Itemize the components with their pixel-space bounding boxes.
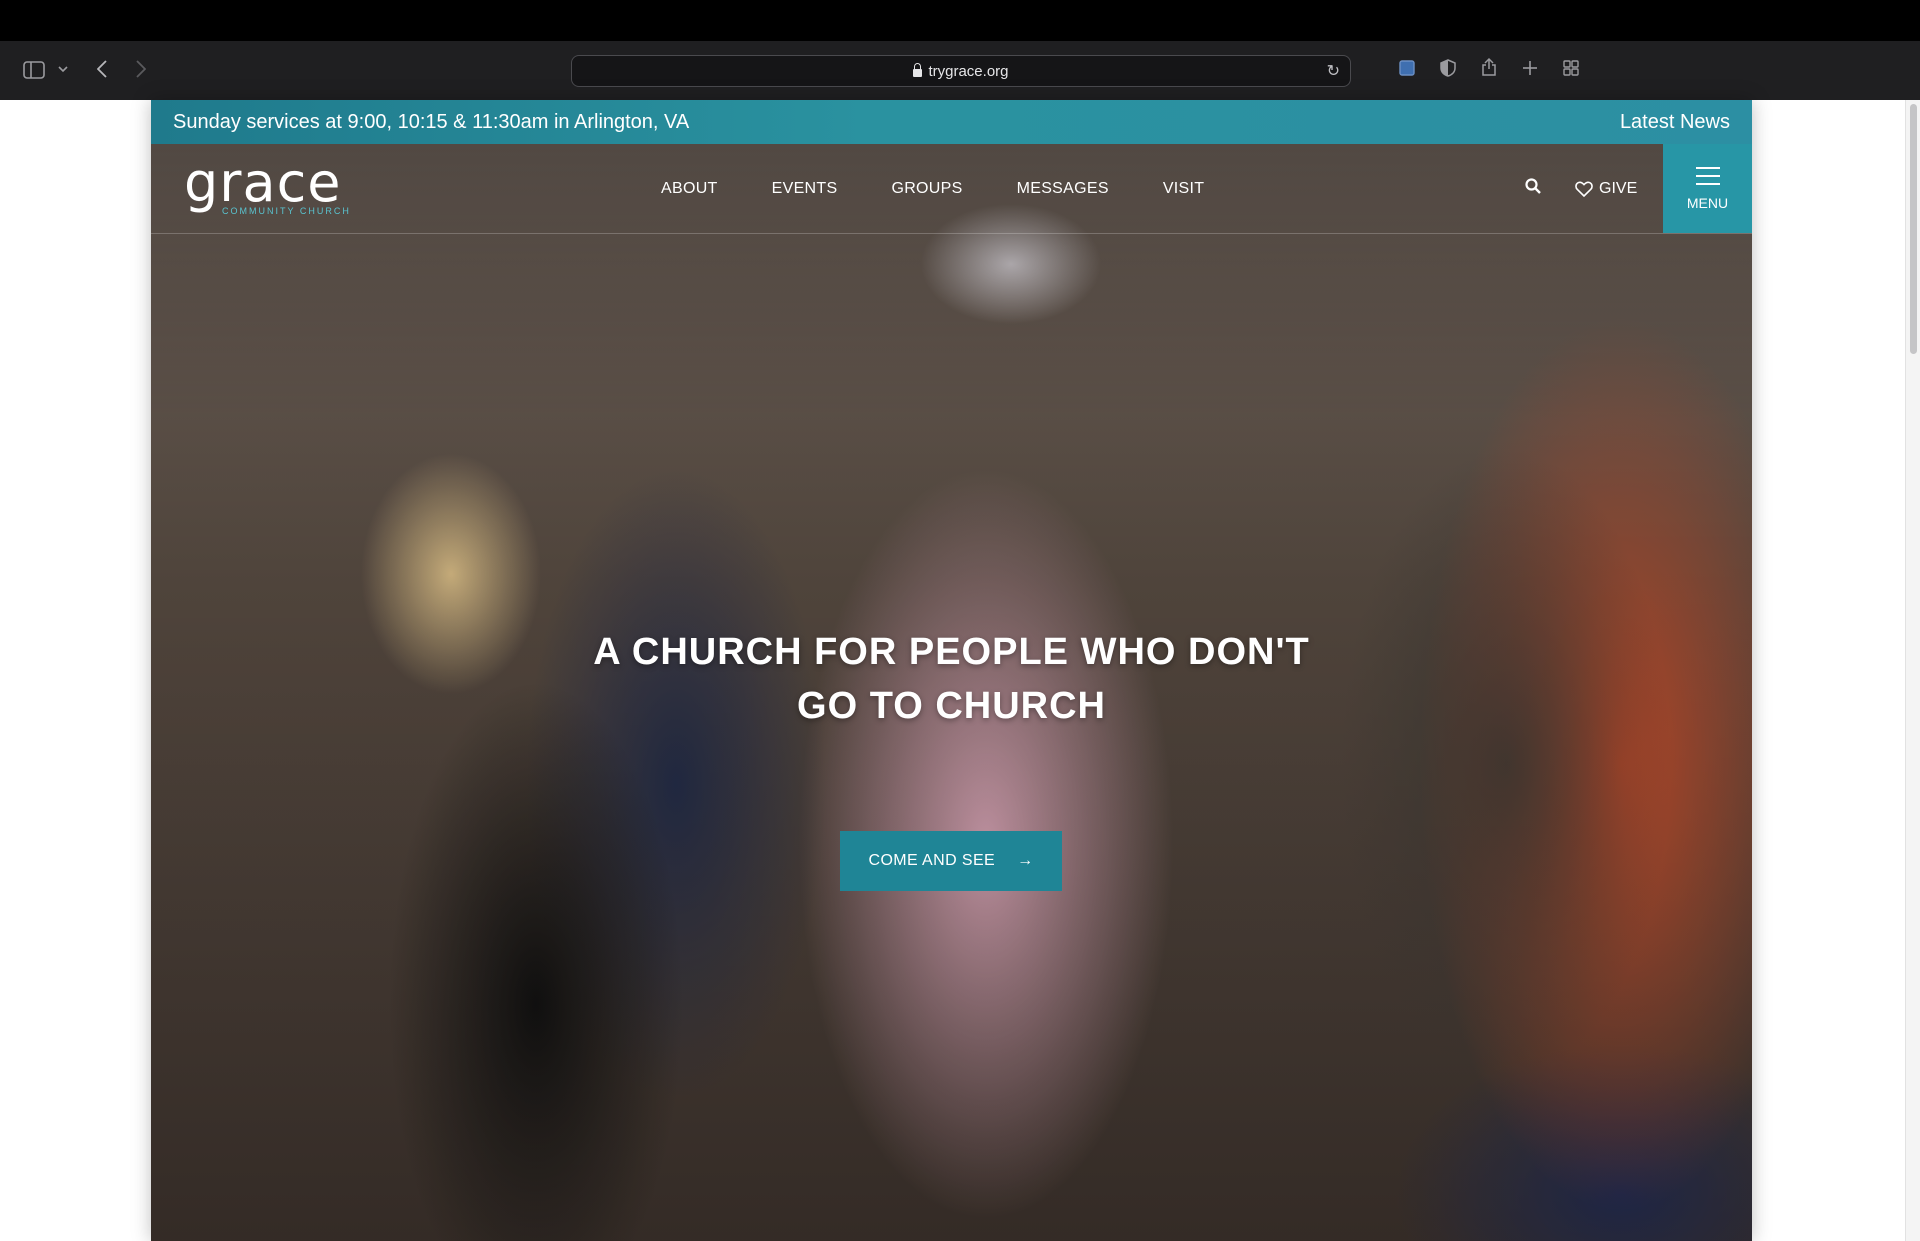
search-icon[interactable] xyxy=(1525,178,1541,194)
site-logo[interactable]: grace COMMUNITY CHURCH xyxy=(184,151,351,217)
browser-viewport: Sunday services at 9:00, 10:15 & 11:30am… xyxy=(0,100,1920,1241)
lock-icon xyxy=(913,63,923,77)
headline-line-2: GO TO CHURCH xyxy=(797,685,1106,727)
tab-overview-icon[interactable] xyxy=(1396,57,1418,79)
heart-icon xyxy=(1575,181,1593,197)
nav-groups[interactable]: GROUPS xyxy=(891,180,962,198)
site-header: grace COMMUNITY CHURCH ABOUT EVENTS GROU… xyxy=(151,144,1752,234)
logo-subtitle: COMMUNITY CHURCH xyxy=(222,206,351,216)
address-bar[interactable]: trygrace.org ↻ xyxy=(571,55,1351,87)
hero-headline: A CHURCH FOR PEOPLE WHO DON'T GO TO CHUR… xyxy=(151,625,1752,733)
logo-word: grace xyxy=(184,151,342,214)
grid-icon[interactable] xyxy=(1560,57,1582,79)
arrow-right-icon: → xyxy=(1017,852,1034,869)
privacy-icon[interactable] xyxy=(1437,57,1459,79)
main-nav: ABOUT EVENTS GROUPS MESSAGES VISIT xyxy=(661,144,1258,233)
menu-label: MENU xyxy=(1686,194,1729,211)
page-scrollbar[interactable] xyxy=(1905,100,1920,1241)
scrollbar-thumb[interactable] xyxy=(1910,104,1917,354)
browser-toolbar: trygrace.org ↻ xyxy=(0,41,1920,101)
window-top-bar xyxy=(0,0,1920,41)
give-link[interactable]: GIVE xyxy=(1575,144,1637,233)
new-tab-icon[interactable] xyxy=(1519,57,1541,79)
web-page: Sunday services at 9:00, 10:15 & 11:30am… xyxy=(151,100,1752,1241)
forward-icon[interactable] xyxy=(131,58,151,80)
hamburger-icon xyxy=(1695,166,1720,185)
nav-messages[interactable]: MESSAGES xyxy=(1017,180,1109,198)
reload-icon[interactable]: ↻ xyxy=(1327,61,1340,81)
url-text: trygrace.org xyxy=(928,62,1009,80)
nav-visit[interactable]: VISIT xyxy=(1163,180,1205,198)
latest-news-link[interactable]: Latest News xyxy=(1620,111,1730,134)
sidebar-icon[interactable] xyxy=(22,58,46,82)
headline-line-1: A CHURCH FOR PEOPLE WHO DON'T xyxy=(593,631,1310,673)
share-icon[interactable] xyxy=(1478,55,1500,79)
chevron-down-icon[interactable] xyxy=(56,61,70,77)
come-and-see-button[interactable]: COME AND SEE → xyxy=(840,831,1062,891)
give-label: GIVE xyxy=(1599,179,1638,197)
cta-label: COME AND SEE xyxy=(868,852,996,869)
back-icon[interactable] xyxy=(92,58,112,80)
nav-events[interactable]: EVENTS xyxy=(772,180,838,198)
announcement-bar: Sunday services at 9:00, 10:15 & 11:30am… xyxy=(151,100,1752,144)
nav-about[interactable]: ABOUT xyxy=(661,180,718,198)
service-times: Sunday services at 9:00, 10:15 & 11:30am… xyxy=(173,110,690,133)
menu-button[interactable]: MENU xyxy=(1663,144,1752,233)
